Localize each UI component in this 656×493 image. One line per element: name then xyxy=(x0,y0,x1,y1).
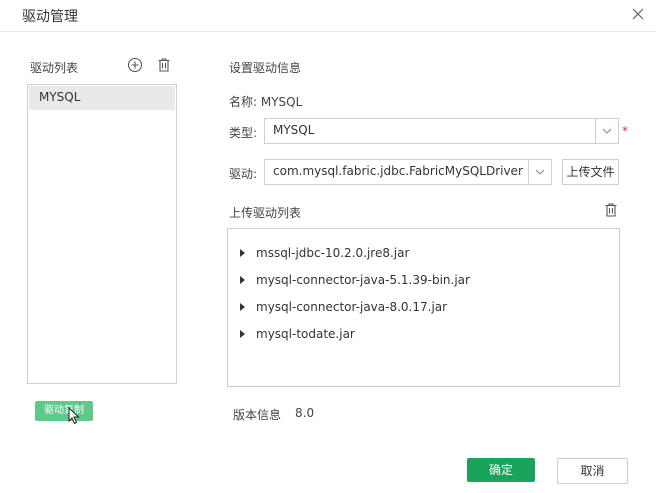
driver-list: MYSQL xyxy=(27,84,177,384)
type-select[interactable]: MYSQL xyxy=(264,118,619,144)
version-value: 8.0 xyxy=(295,406,315,420)
plus-circle-icon[interactable] xyxy=(127,57,143,73)
driver-select[interactable]: com.mysql.fabric.jdbc.FabricMySQLDriver xyxy=(264,159,552,185)
mouse-cursor-icon xyxy=(68,407,80,425)
driver-label: 驱动: xyxy=(229,167,258,181)
trash-icon[interactable] xyxy=(603,202,619,218)
copy-driver-button[interactable]: 驱动复制 xyxy=(35,401,93,421)
name-value: MYSQL xyxy=(260,95,303,109)
caret-right-icon[interactable] xyxy=(240,276,245,284)
driver-list-title: 驱动列表 xyxy=(30,61,79,75)
section-title: 设置驱动信息 xyxy=(229,61,302,75)
version-label: 版本信息 xyxy=(233,408,282,422)
header-divider xyxy=(0,31,656,32)
required-mark: * xyxy=(622,124,628,138)
driver-list-item-label: MYSQL xyxy=(39,90,81,104)
caret-right-icon[interactable] xyxy=(240,249,245,257)
chevron-down-icon[interactable] xyxy=(595,119,618,143)
chevron-down-icon[interactable] xyxy=(528,160,551,184)
ok-button[interactable]: 确定 xyxy=(467,458,535,482)
cancel-button[interactable]: 取消 xyxy=(557,458,628,484)
upload-file-button[interactable]: 上传文件 xyxy=(562,159,619,185)
type-label: 类型: xyxy=(229,126,258,140)
dialog-title: 驱动管理 xyxy=(22,9,78,25)
driver-list-item-mysql[interactable]: MYSQL xyxy=(29,86,175,110)
uploaded-driver-list: mssql-jdbc-10.2.0.jre8.jar mysql-connect… xyxy=(227,228,620,387)
upload-list-title: 上传驱动列表 xyxy=(229,206,302,220)
caret-right-icon[interactable] xyxy=(240,330,245,338)
file-name: mysql-connector-java-8.0.17.jar xyxy=(256,300,448,314)
name-label-text: 名称: xyxy=(229,95,258,109)
name-label: 名称: MYSQL xyxy=(229,93,302,110)
file-name: mssql-jdbc-10.2.0.jre8.jar xyxy=(256,246,410,260)
type-select-value: MYSQL xyxy=(273,123,315,137)
close-icon[interactable] xyxy=(631,7,645,21)
trash-icon[interactable] xyxy=(156,57,172,73)
caret-right-icon[interactable] xyxy=(240,303,245,311)
driver-select-value: com.mysql.fabric.jdbc.FabricMySQLDriver xyxy=(273,164,523,178)
file-name: mysql-connector-java-5.1.39-bin.jar xyxy=(256,273,470,287)
file-name: mysql-todate.jar xyxy=(256,327,355,341)
